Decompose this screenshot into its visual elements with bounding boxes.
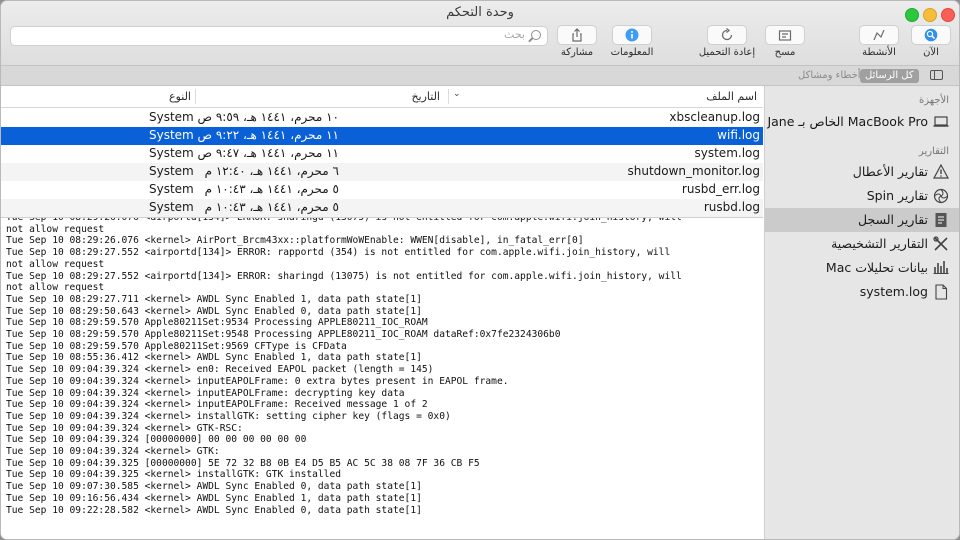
column-kind[interactable]: النوع	[169, 90, 191, 103]
clear-button[interactable]	[765, 25, 805, 45]
search-placeholder: بحث	[504, 28, 525, 41]
document-icon	[933, 284, 949, 300]
sidebar-toggle-icon[interactable]	[930, 70, 943, 80]
file-date: ١١ محرم، ١٤٤١ هـ، ٩:٤٧ ص	[197, 146, 339, 160]
sidebar-item-system-log[interactable]: system.log	[765, 280, 959, 304]
sidebar-item-label: system.log	[859, 284, 928, 299]
file-kind: System	[149, 110, 194, 124]
close-button[interactable]	[941, 8, 955, 22]
laptop-icon	[933, 114, 949, 130]
table-row[interactable]: system.log ١١ محرم، ١٤٤١ هـ، ٩:٤٧ ص Syst…	[1, 145, 763, 163]
activities-icon	[873, 29, 885, 41]
sidebar-item-label: التقارير التشخيصية	[831, 236, 928, 251]
file-date: ١١ محرم، ١٤٤١ هـ، ٩:٢٢ ص	[197, 128, 339, 142]
tab-errors-faults[interactable]: أخطاء ومشاكل	[793, 69, 866, 83]
share-icon	[572, 28, 582, 42]
chart-bars-icon	[933, 260, 949, 276]
log-text: Tue Sep 10 08:29:26.076 <airportd[134]> …	[6, 217, 682, 516]
file-name: shutdown_monitor.log	[627, 164, 760, 178]
table-header: اسم الملف ⌄ التاريخ النوع	[1, 86, 763, 108]
log-report-icon	[933, 212, 949, 228]
minimize-button[interactable]	[923, 8, 937, 22]
column-name[interactable]: اسم الملف	[706, 90, 757, 103]
toolbar: وحدة التحكم بحث مشاركة المعلومات إعادة ا…	[1, 1, 959, 65]
info-button[interactable]	[612, 25, 652, 45]
file-kind: System	[149, 200, 194, 214]
sidebar-item-device[interactable]: MacBook Pro الخاص بـ Jane	[765, 110, 959, 134]
file-name: xbscleanup.log	[669, 110, 760, 124]
info-label: المعلومات	[610, 47, 654, 58]
spin-icon	[933, 188, 949, 204]
reload-label: إعادة التحميل	[698, 47, 756, 58]
sidebar-item-label: تقارير السجل	[858, 212, 928, 227]
file-date: ٥ محرم، ١٤٤١ هـ، ١٠:٤٣ م	[204, 200, 339, 214]
sidebar-item-label: تقارير Spin	[866, 188, 928, 203]
table-row[interactable]: shutdown_monitor.log ٦ محرم، ١٤٤١ هـ، ١٢…	[1, 163, 763, 181]
clear-icon	[778, 30, 792, 41]
activities-label: الأنشطة	[862, 47, 896, 58]
file-date: ١٠ محرم، ١٤٤١ هـ، ٩:٥٩ ص	[197, 110, 339, 124]
sidebar-item-mac-analytics[interactable]: بيانات تحليلات Mac	[765, 256, 959, 280]
sidebar-item-log-reports[interactable]: تقارير السجل	[765, 208, 959, 232]
now-icon	[924, 28, 938, 42]
file-name: system.log	[694, 146, 761, 160]
clear-label: مسح	[774, 47, 796, 58]
share-label: مشاركة	[560, 47, 594, 58]
sidebar-item-label: بيانات تحليلات Mac	[825, 260, 928, 275]
window-title: وحدة التحكم	[446, 5, 514, 20]
column-separator	[448, 89, 449, 104]
file-kind: System	[149, 164, 194, 178]
column-date[interactable]: التاريخ	[411, 90, 440, 103]
table-row[interactable]: xbscleanup.log ١٠ محرم، ١٤٤١ هـ، ٩:٥٩ ص …	[1, 109, 763, 127]
reports-header: التقارير	[918, 146, 949, 157]
console-window: وحدة التحكم بحث مشاركة المعلومات إعادة ا…	[0, 0, 960, 540]
file-name: rusbd.log	[703, 200, 760, 214]
search-icon	[531, 30, 541, 40]
file-name: rusbd_err.log	[681, 182, 760, 196]
sidebar: الأجهزة MacBook Pro الخاص بـ Jane التقار…	[764, 86, 959, 539]
now-button[interactable]	[911, 25, 951, 45]
sidebar-item-label: تقارير الأعطال	[852, 164, 928, 179]
sidebar-item-crash-reports[interactable]: تقارير الأعطال	[765, 160, 959, 184]
warning-icon	[932, 163, 950, 180]
info-icon	[625, 28, 639, 42]
column-separator	[195, 89, 196, 104]
sidebar-item-spin-reports[interactable]: تقارير Spin	[765, 184, 959, 208]
now-label: الآن	[923, 47, 939, 58]
log-view[interactable]: Tue Sep 10 08:29:26.076 <airportd[134]> …	[1, 217, 763, 539]
file-kind: System	[149, 128, 194, 142]
file-date: ٦ محرم، ١٤٤١ هـ، ١٢:٤٠ م	[204, 164, 339, 178]
table-row-selected[interactable]: wifi.log ١١ محرم، ١٤٤١ هـ، ٩:٢٢ ص System	[1, 127, 763, 145]
share-button[interactable]	[557, 25, 597, 45]
reload-button[interactable]	[707, 25, 747, 45]
sidebar-item-diagnostic-reports[interactable]: التقارير التشخيصية	[765, 232, 959, 256]
tools-icon	[933, 236, 949, 252]
sort-chevron-icon[interactable]: ⌄	[453, 89, 461, 99]
search-field[interactable]: بحث	[10, 26, 548, 46]
file-date: ٥ محرم، ١٤٤١ هـ، ١٠:٤٣ م	[204, 182, 339, 196]
file-name: wifi.log	[717, 128, 760, 142]
file-kind: System	[149, 182, 194, 196]
file-kind: System	[149, 146, 194, 160]
tab-all-messages[interactable]: كل الرسائل	[860, 69, 919, 83]
table-row[interactable]: rusbd_err.log ٥ محرم، ١٤٤١ هـ، ١٠:٤٣ م S…	[1, 181, 763, 199]
table-row[interactable]: rusbd.log ٥ محرم، ١٤٤١ هـ، ١٠:٤٣ م Syste…	[1, 199, 763, 217]
file-list: xbscleanup.log ١٠ محرم، ١٤٤١ هـ، ٩:٥٩ ص …	[1, 109, 763, 217]
filter-strip: كل الرسائل أخطاء ومشاكل	[1, 65, 959, 86]
activities-button[interactable]	[859, 25, 899, 45]
devices-header: الأجهزة	[918, 95, 949, 106]
sidebar-item-label: MacBook Pro الخاص بـ Jane	[767, 114, 928, 129]
reload-icon	[721, 27, 733, 41]
zoom-button[interactable]	[905, 8, 919, 22]
